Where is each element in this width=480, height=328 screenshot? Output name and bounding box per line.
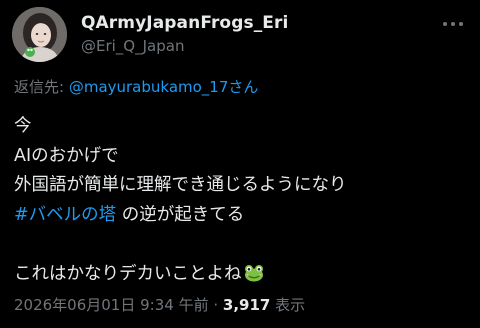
tweet-line-3: 外国語が簡単に理解でき通じるようになり xyxy=(14,175,347,195)
tweet: QArmyJapanFrogs_Eri @Eri_Q_Japan 返信先: @m… xyxy=(0,0,480,328)
view-count[interactable]: 3,917 xyxy=(223,296,270,314)
tweet-line-4: #バベルの塔 の逆が起きてる xyxy=(14,201,347,231)
reply-to-line: 返信先: @mayurabukamo_17さん xyxy=(14,76,258,97)
tweet-line-1: 今 xyxy=(14,116,32,136)
tweet-meta: 2026年06月01日 9:34 午前 · 3,917 表示 xyxy=(14,294,305,315)
user-handle[interactable]: @Eri_Q_Japan xyxy=(81,37,184,55)
avatar[interactable] xyxy=(12,7,67,62)
hashtag-link[interactable]: #バベルの塔 xyxy=(14,205,116,225)
timestamp[interactable]: 2026年06月01日 9:34 午前 xyxy=(14,296,209,314)
more-options-icon[interactable] xyxy=(438,12,468,36)
tweet-text: 今 AIのおかげで 外国語が簡単に理解でき通じるようになり #バベルの塔 の逆が… xyxy=(14,112,347,289)
tweet-line-6: これはかなりデカいことよね xyxy=(14,260,347,290)
tweet-line-6-text: これはかなりデカいことよね xyxy=(14,263,242,284)
meta-separator: · xyxy=(208,296,223,314)
frog-emoji-icon xyxy=(244,264,263,281)
reply-mention-link[interactable]: @mayurabukamo_17さん xyxy=(69,78,259,96)
reply-prefix: 返信先: xyxy=(14,78,69,96)
views-label: 表示 xyxy=(270,296,306,314)
tweet-line-2: AIのおかげで xyxy=(14,145,119,166)
display-name[interactable]: QArmyJapanFrogs_Eri xyxy=(81,13,288,33)
tweet-line-4-rest: の逆が起きてる xyxy=(116,204,245,225)
